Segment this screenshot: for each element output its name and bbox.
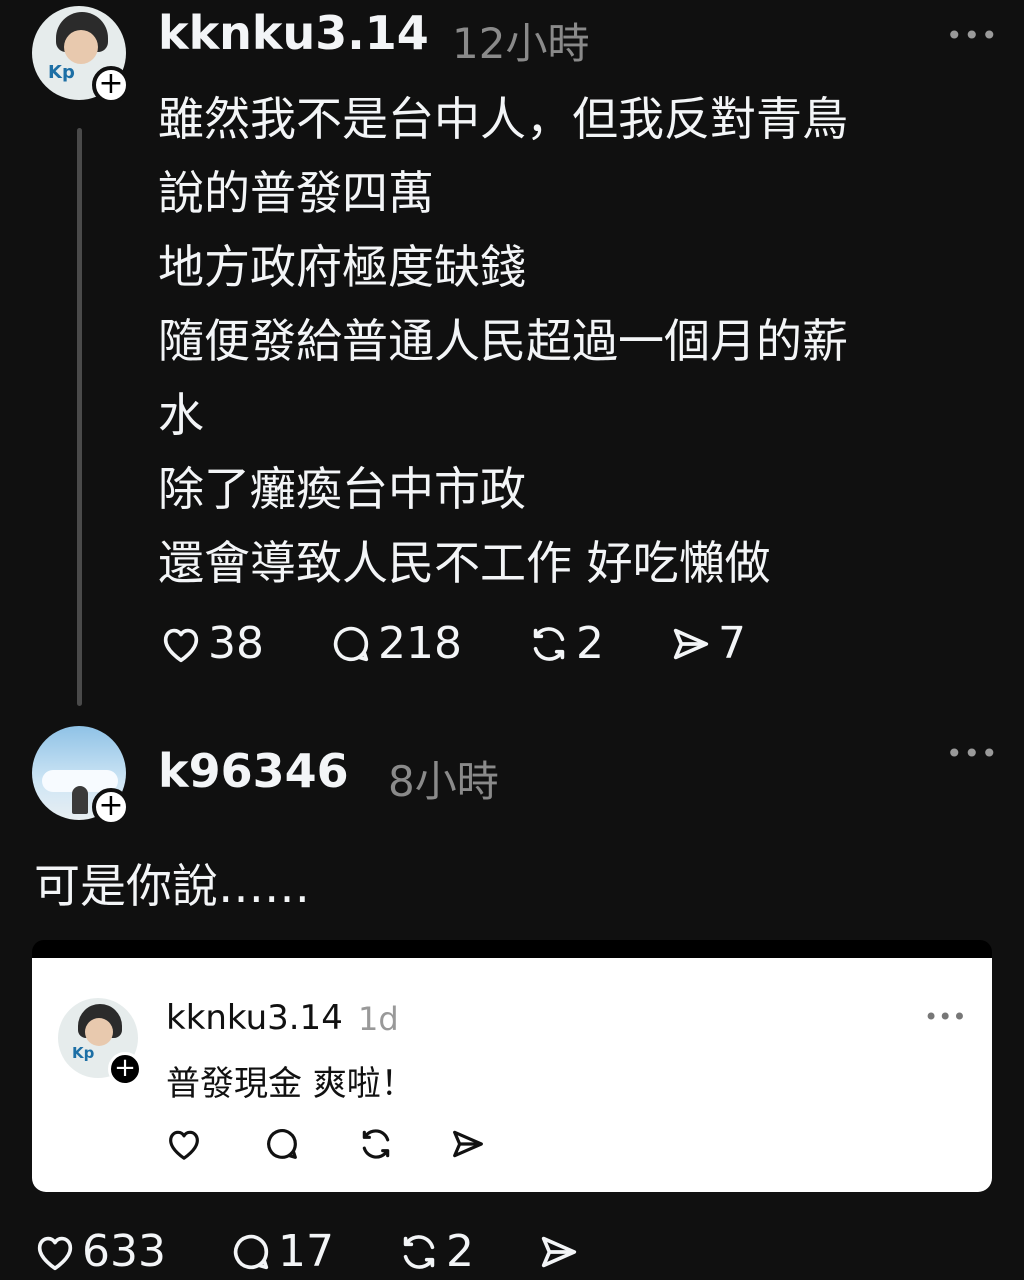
follow-plus-icon[interactable]: + [92, 788, 130, 826]
like-button[interactable]: 38 [158, 618, 264, 669]
reply-actions: 633 17 2 [32, 1226, 582, 1277]
repost-button[interactable]: 2 [396, 1226, 474, 1277]
comment-bubble-icon [333, 626, 369, 661]
repost-button[interactable]: 2 [526, 618, 604, 669]
quoted-body: 普發現金 爽啦！ [166, 1064, 415, 1104]
post-line: 說的普發四萬 [158, 166, 434, 220]
more-horizontal-icon[interactable]: ••• [946, 22, 999, 50]
send-icon [673, 628, 709, 659]
more-horizontal-icon: ••• [924, 1003, 967, 1031]
heart-icon [169, 1130, 199, 1160]
reply-body: 可是你說…… [34, 859, 310, 913]
post-line: 隨便發給普通人民超過一個月的薪 [158, 314, 848, 368]
post-username[interactable]: kknku3.14 [158, 6, 429, 60]
repost-icon [533, 626, 565, 661]
quoted-username: kknku3.14 [166, 998, 343, 1038]
heart-icon [163, 628, 199, 662]
like-count: 633 [82, 1226, 166, 1277]
like-count: 38 [208, 618, 264, 669]
embedded-screenshot[interactable]: Kp + kknku3.14 1d ••• 普發現金 爽啦！ [32, 958, 992, 1192]
comment-count: 17 [277, 1226, 334, 1277]
comment-bubble-icon [267, 1129, 297, 1159]
repost-icon [362, 1129, 390, 1159]
like-button[interactable]: 633 [32, 1226, 166, 1277]
repost-count: 2 [445, 1226, 474, 1277]
repost-count: 2 [575, 618, 604, 669]
share-button[interactable] [536, 1229, 582, 1275]
repost-icon [403, 1234, 435, 1269]
post-line: 雖然我不是台中人，但我反對青鳥 [158, 92, 848, 146]
follow-plus-icon[interactable]: + [92, 66, 130, 104]
post-line: 水 [158, 388, 204, 442]
avatar-logo: Kp [48, 62, 75, 83]
quoted-actions [164, 1124, 488, 1164]
comment-bubble-icon [233, 1234, 269, 1269]
comment-count: 218 [378, 618, 462, 669]
post-line: 地方政府極度缺錢 [158, 240, 526, 294]
comment-button[interactable]: 17 [228, 1226, 334, 1277]
reply-timestamp: 8小時 [388, 757, 499, 806]
more-horizontal-icon[interactable]: ••• [946, 740, 999, 768]
post-original: Kp + kknku3.14 12小時 ••• 雖然我不是台中人，但我反對青鳥 … [0, 0, 1024, 720]
post-line: 還會導致人民不工作 好吃懶做 [158, 536, 771, 590]
quoted-timestamp: 1d [358, 1000, 399, 1038]
send-icon [541, 1236, 577, 1267]
reply-username[interactable]: k96346 [158, 744, 349, 798]
heart-icon [37, 1236, 73, 1270]
share-button[interactable]: 7 [668, 618, 746, 669]
send-icon [453, 1130, 483, 1158]
share-count: 7 [717, 618, 746, 669]
follow-plus-icon: + [108, 1052, 142, 1086]
avatar-logo: Kp [72, 1044, 95, 1062]
post-timestamp: 12小時 [452, 19, 590, 68]
embedded-image-border [32, 940, 992, 958]
thread-line [77, 128, 82, 706]
post-actions: 38 218 2 7 [158, 618, 746, 669]
post-line: 除了癱瘓台中市政 [158, 462, 526, 516]
comment-button[interactable]: 218 [328, 618, 462, 669]
post-body: 雖然我不是台中人，但我反對青鳥 說的普發四萬 地方政府極度缺錢 隨便發給普通人民… [158, 82, 978, 600]
